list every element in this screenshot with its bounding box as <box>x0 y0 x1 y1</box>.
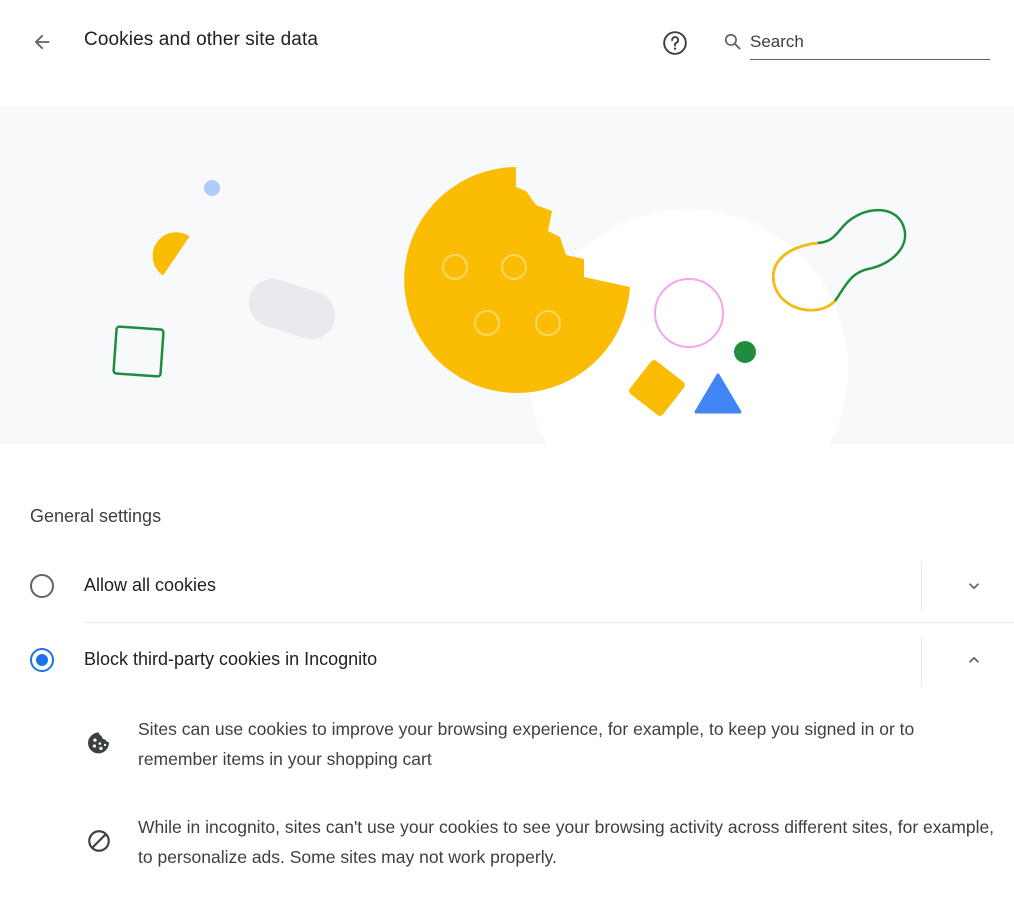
page-header: Cookies and other site data <box>0 0 1014 84</box>
arrow-back-icon <box>34 34 50 50</box>
collapse-button[interactable] <box>958 644 990 676</box>
block-icon <box>86 828 112 854</box>
page-title: Cookies and other site data <box>84 29 319 50</box>
detail-text: Sites can use cookies to improve your br… <box>138 719 915 769</box>
cookie-icon <box>86 730 112 756</box>
gray-pill-shape <box>248 278 336 340</box>
vertical-divider <box>921 636 922 686</box>
general-settings-heading: General settings <box>30 506 162 526</box>
green-square-shape <box>112 325 165 378</box>
vertical-divider <box>921 562 922 612</box>
blue-dot-shape <box>204 180 220 196</box>
detail-text: While in incognito, sites can't use your… <box>138 817 995 867</box>
radio-block-third-party-incognito[interactable] <box>30 648 54 672</box>
help-button[interactable] <box>660 28 690 58</box>
cookie-illustration <box>0 107 1014 444</box>
search-icon <box>721 30 743 52</box>
expand-button[interactable] <box>958 570 990 602</box>
option-block-third-party-incognito[interactable]: Block third-party cookies in Incognito <box>0 630 1014 690</box>
chevron-down-icon <box>969 583 979 590</box>
help-circle-icon <box>663 31 687 55</box>
half-circle-shape <box>152 232 190 276</box>
cookie-shape <box>404 167 630 393</box>
row-separator <box>84 622 1014 623</box>
chevron-up-icon <box>969 656 979 663</box>
option-allow-all-cookies[interactable]: Allow all cookies <box>0 556 1014 616</box>
search-input[interactable] <box>750 28 990 60</box>
back-button[interactable] <box>26 26 58 58</box>
green-dot-shape <box>734 341 756 363</box>
illustration-svg <box>112 167 907 444</box>
radio-allow-all-cookies[interactable] <box>30 574 54 598</box>
option-label: Block third-party cookies in Incognito <box>84 649 378 669</box>
settings-page: Cookies and other site data Search Gener… <box>0 0 1014 898</box>
option-label: Allow all cookies <box>84 575 217 595</box>
